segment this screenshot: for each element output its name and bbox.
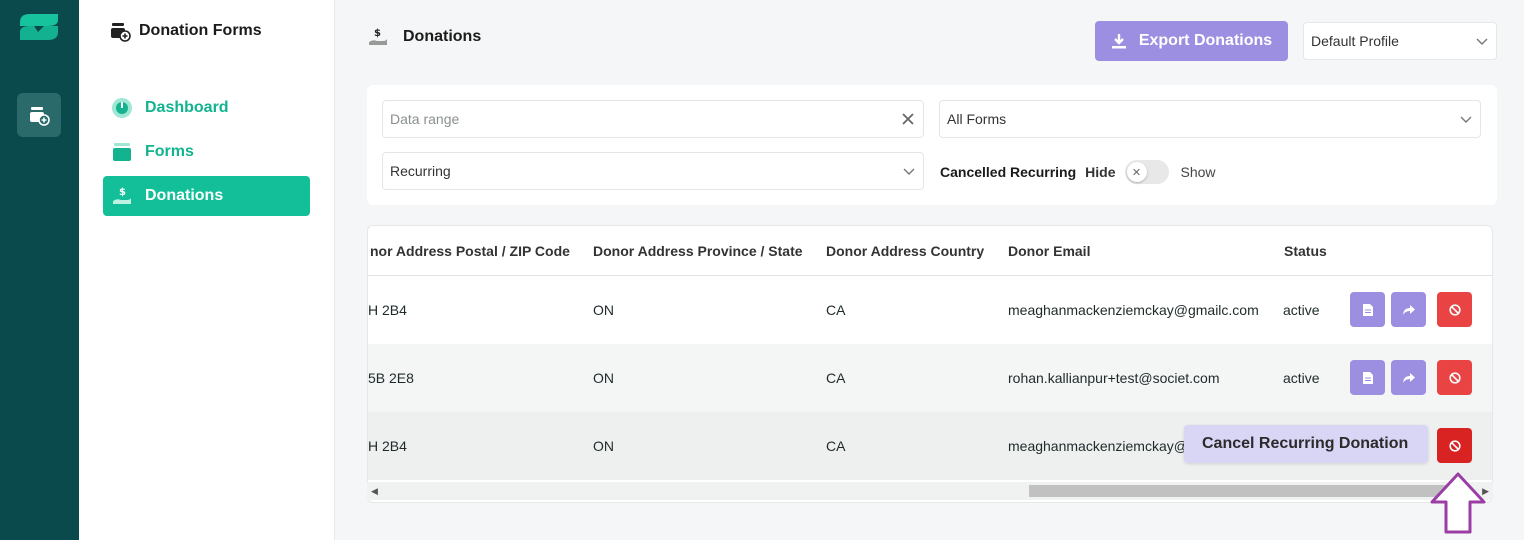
share-arrow-icon bbox=[1402, 372, 1415, 383]
export-donations-button[interactable]: Export Donations bbox=[1095, 21, 1288, 61]
status-cell: active bbox=[1283, 370, 1320, 386]
toggle-off-icon: ✕ bbox=[1126, 162, 1147, 182]
column-header[interactable]: Donor Address Province / State bbox=[593, 243, 803, 259]
download-icon bbox=[1111, 34, 1126, 49]
inbox-icon bbox=[111, 141, 133, 163]
sidebar-item-label: Dashboard bbox=[145, 99, 229, 116]
status-cell: active bbox=[1283, 302, 1320, 318]
column-header[interactable]: Status bbox=[1284, 243, 1327, 259]
postal-cell: H 2B4 bbox=[368, 438, 407, 454]
svg-text:$: $ bbox=[119, 187, 126, 198]
chevron-down-icon bbox=[1476, 38, 1488, 45]
svg-text:$: $ bbox=[374, 28, 381, 39]
postal-cell: H 2B4 bbox=[368, 302, 407, 318]
page-title: Donations bbox=[403, 28, 482, 45]
country-cell: CA bbox=[826, 302, 846, 318]
donation-type-value: Recurring bbox=[390, 163, 451, 179]
page-header: $ Donations bbox=[367, 26, 481, 48]
table-row: H 2B4 ON CA meaghanmackenziemckay@gmailc… bbox=[368, 276, 1492, 344]
sidebar-nav: Dashboard Forms $ Donations bbox=[103, 88, 310, 220]
sidebar-title: Donation Forms bbox=[139, 22, 262, 39]
sidebar-item-label: Forms bbox=[145, 143, 194, 160]
cancel-recurring-tooltip: Cancel Recurring Donation bbox=[1184, 425, 1428, 463]
gauge-icon bbox=[111, 97, 133, 119]
tooltip-text: Cancel Recurring Donation bbox=[1202, 435, 1409, 452]
sidebar-item-forms[interactable]: Forms bbox=[103, 132, 310, 172]
resend-button[interactable] bbox=[1391, 292, 1426, 327]
app-rail bbox=[0, 0, 79, 540]
country-cell: CA bbox=[826, 370, 846, 386]
sidebar: Donation Forms Dashboard Forms $ Donatio… bbox=[79, 0, 335, 540]
column-header[interactable]: Donor Email bbox=[1008, 243, 1090, 259]
resend-button[interactable] bbox=[1391, 360, 1426, 395]
postal-cell: 5B 2E8 bbox=[368, 370, 414, 386]
chevron-down-icon bbox=[903, 168, 915, 175]
app-logo-icon bbox=[20, 14, 58, 40]
rail-donation-forms-button[interactable] bbox=[17, 93, 61, 137]
scroll-left-icon[interactable]: ◀ bbox=[371, 486, 378, 497]
hide-label: Hide bbox=[1085, 164, 1116, 180]
profile-select-value: Default Profile bbox=[1311, 33, 1399, 49]
ban-icon bbox=[1448, 303, 1461, 316]
view-receipt-button[interactable] bbox=[1350, 360, 1385, 395]
province-cell: ON bbox=[593, 438, 614, 454]
filter-panel: Data range All Forms Recurring Cancelled… bbox=[367, 85, 1497, 205]
horizontal-scrollbar[interactable]: ◀ ▶ bbox=[367, 482, 1493, 500]
country-cell: CA bbox=[826, 438, 846, 454]
document-icon bbox=[1362, 371, 1373, 384]
sidebar-brand: Donation Forms bbox=[109, 20, 262, 42]
email-cell: rohan.kallianpur+test@societ.com bbox=[1008, 370, 1220, 386]
share-arrow-icon bbox=[1402, 304, 1415, 315]
chevron-down-icon bbox=[1460, 116, 1472, 123]
sidebar-item-label: Donations bbox=[145, 187, 224, 204]
main-content: $ Donations Export Donations Default Pro… bbox=[335, 0, 1524, 540]
scrollbar-thumb[interactable] bbox=[1029, 485, 1451, 497]
forms-select[interactable]: All Forms bbox=[939, 100, 1481, 138]
ban-icon bbox=[1448, 371, 1461, 384]
date-range-placeholder: Data range bbox=[390, 111, 460, 127]
cancelled-recurring-toggle-row: Cancelled Recurring Hide ✕ Show bbox=[940, 159, 1216, 185]
ban-icon bbox=[1448, 439, 1461, 452]
forms-select-value: All Forms bbox=[947, 111, 1007, 127]
cancelled-recurring-toggle[interactable]: ✕ bbox=[1124, 160, 1169, 184]
cancelled-recurring-label: Cancelled Recurring bbox=[940, 164, 1077, 180]
donations-table: nor Address Postal / ZIP Code Donor Addr… bbox=[367, 225, 1493, 503]
province-cell: ON bbox=[593, 302, 614, 318]
cancel-recurring-button[interactable] bbox=[1437, 292, 1472, 327]
sidebar-item-dashboard[interactable]: Dashboard bbox=[103, 88, 310, 128]
hand-dollar-icon: $ bbox=[369, 28, 387, 45]
table-row: 5B 2E8 ON CA rohan.kallianpur+test@socie… bbox=[368, 344, 1492, 412]
document-icon bbox=[1362, 303, 1373, 316]
show-label: Show bbox=[1180, 164, 1216, 180]
hand-dollar-icon: $ bbox=[111, 185, 133, 207]
table-header: nor Address Postal / ZIP Code Donor Addr… bbox=[368, 226, 1492, 276]
donation-type-select[interactable]: Recurring bbox=[382, 152, 924, 190]
province-cell: ON bbox=[593, 370, 614, 386]
view-receipt-button[interactable] bbox=[1350, 292, 1385, 327]
forms-plus-icon bbox=[111, 23, 131, 42]
profile-select[interactable]: Default Profile bbox=[1303, 22, 1497, 60]
cancel-recurring-button[interactable] bbox=[1437, 428, 1472, 463]
sidebar-item-donations[interactable]: $ Donations bbox=[103, 176, 310, 216]
date-range-input[interactable]: Data range bbox=[382, 100, 924, 138]
export-donations-label: Export Donations bbox=[1138, 32, 1273, 49]
forms-plus-icon bbox=[30, 107, 50, 126]
cancel-recurring-button[interactable] bbox=[1437, 360, 1472, 395]
close-icon[interactable] bbox=[902, 113, 914, 125]
email-cell: meaghanmackenziemckay@gmailc.com bbox=[1008, 302, 1259, 318]
hint-arrow-up-icon bbox=[1430, 472, 1486, 534]
column-header[interactable]: nor Address Postal / ZIP Code bbox=[370, 243, 570, 259]
email-cell: meaghanmackenziemckay@gn bbox=[1008, 438, 1204, 454]
column-header[interactable]: Donor Address Country bbox=[826, 243, 984, 259]
